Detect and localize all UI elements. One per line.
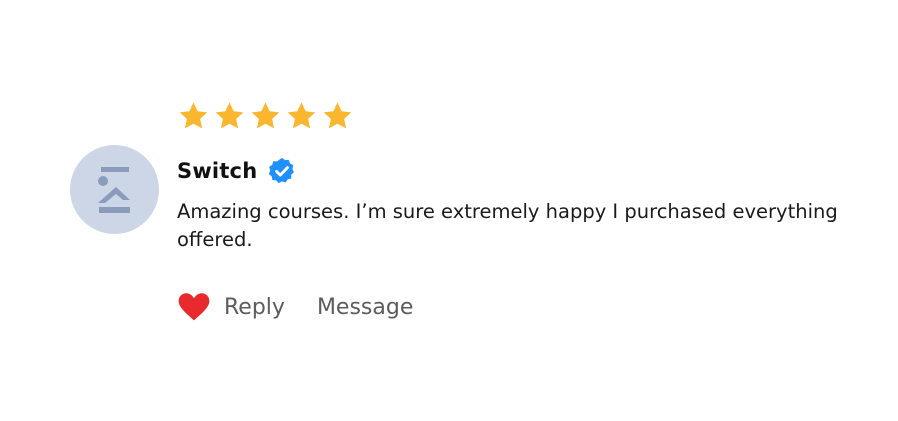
star-icon bbox=[249, 100, 282, 132]
star-icon bbox=[213, 100, 246, 132]
review-text: Amazing courses. I’m sure extremely happ… bbox=[177, 200, 838, 251]
heart-icon[interactable] bbox=[178, 293, 210, 321]
avatar bbox=[70, 145, 159, 234]
review-actions: Reply Message bbox=[178, 293, 413, 321]
broken-image-placeholder-icon bbox=[98, 167, 130, 213]
reply-button[interactable]: Reply bbox=[224, 295, 285, 320]
author-row: Switch bbox=[177, 156, 297, 186]
author-name[interactable]: Switch bbox=[177, 159, 257, 183]
star-icon bbox=[177, 100, 210, 132]
verified-badge-icon bbox=[267, 156, 297, 186]
star-icon bbox=[321, 100, 354, 132]
star-icon bbox=[285, 100, 318, 132]
message-button[interactable]: Message bbox=[317, 295, 413, 320]
star-rating bbox=[177, 100, 354, 132]
